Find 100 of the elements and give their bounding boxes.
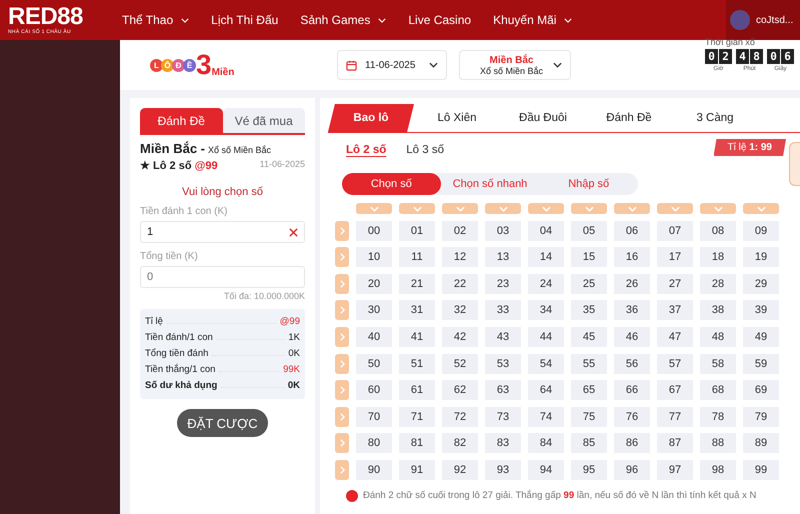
row-select-button[interactable] [335,247,349,268]
number-button[interactable]: 38 [700,300,736,320]
number-button[interactable]: 02 [442,220,478,241]
number-button[interactable]: 98 [700,460,736,480]
number-button[interactable]: 61 [399,380,435,400]
column-select-button[interactable] [743,203,779,214]
number-button[interactable]: 32 [442,300,478,320]
tab[interactable]: Bao lô [328,104,414,132]
number-button[interactable]: 53 [485,354,521,374]
number-button[interactable]: 74 [528,406,564,427]
number-button[interactable]: 89 [743,433,779,454]
column-select-button[interactable] [356,203,392,214]
number-button[interactable]: 63 [485,380,521,400]
number-button[interactable]: 69 [743,380,779,400]
number-button[interactable]: 46 [614,326,650,347]
number-button[interactable]: 72 [442,406,478,427]
number-button[interactable]: 58 [700,354,736,374]
mode-tab[interactable]: Chọn số [342,173,441,195]
mode-tab[interactable]: Chọn số nhanh [440,173,540,195]
nav-link[interactable]: Lịch Thi Đấu [211,13,278,27]
number-button[interactable]: 82 [442,433,478,454]
number-button[interactable]: 13 [485,247,521,268]
number-button[interactable]: 31 [399,300,435,320]
tab[interactable]: Đầu Đuôi [500,104,586,132]
number-button[interactable]: 78 [700,406,736,427]
number-button[interactable]: 17 [657,247,693,268]
tab[interactable]: Lô 3 số [406,144,444,156]
number-button[interactable]: 04 [528,220,564,241]
number-button[interactable]: 23 [485,274,521,294]
row-select-button[interactable] [335,406,349,427]
date-picker[interactable]: 11-06-2025 [337,50,447,80]
user-menu[interactable]: coJtsd... [726,0,800,40]
tab[interactable]: Vé đã mua [222,108,305,133]
tab[interactable]: 3 Càng [672,104,758,132]
stake-field[interactable]: 1 [140,221,305,243]
number-button[interactable]: 37 [657,300,693,320]
row-select-button[interactable] [335,380,349,400]
number-button[interactable]: 05 [571,220,607,241]
number-button[interactable]: 47 [657,326,693,347]
column-select-button[interactable] [614,203,650,214]
number-button[interactable]: 84 [528,433,564,454]
number-button[interactable]: 93 [485,460,521,480]
number-button[interactable]: 20 [356,274,392,294]
number-button[interactable]: 36 [614,300,650,320]
number-button[interactable]: 99 [743,460,779,480]
nav-link[interactable]: Khuyến Mãi [493,13,572,27]
number-button[interactable]: 60 [356,380,392,400]
number-button[interactable]: 00 [356,220,392,241]
number-button[interactable]: 51 [399,354,435,374]
number-button[interactable]: 16 [614,247,650,268]
number-button[interactable]: 66 [614,380,650,400]
column-select-button[interactable] [442,203,478,214]
number-button[interactable]: 27 [657,274,693,294]
number-button[interactable]: 40 [356,326,392,347]
number-button[interactable]: 08 [700,220,736,241]
number-button[interactable]: 48 [700,326,736,347]
number-button[interactable]: 25 [571,274,607,294]
column-select-button[interactable] [700,203,736,214]
column-select-button[interactable] [657,203,693,214]
number-button[interactable]: 15 [571,247,607,268]
number-button[interactable]: 41 [399,326,435,347]
number-button[interactable]: 85 [571,433,607,454]
number-button[interactable]: 50 [356,354,392,374]
tab[interactable]: Lô 2 số [346,144,386,156]
number-button[interactable]: 57 [657,354,693,374]
number-button[interactable]: 28 [700,274,736,294]
number-button[interactable]: 97 [657,460,693,480]
row-select-button[interactable] [335,300,349,320]
row-select-button[interactable] [335,460,349,480]
number-button[interactable]: 92 [442,460,478,480]
number-button[interactable]: 24 [528,274,564,294]
column-select-button[interactable] [485,203,521,214]
number-button[interactable]: 59 [743,354,779,374]
number-button[interactable]: 01 [399,220,435,241]
column-select-button[interactable] [528,203,564,214]
number-button[interactable]: 26 [614,274,650,294]
row-select-button[interactable] [335,433,349,454]
row-select-button[interactable] [335,326,349,347]
number-button[interactable]: 88 [700,433,736,454]
number-button[interactable]: 03 [485,220,521,241]
place-bet-button[interactable]: ĐẶT CƯỢC [177,409,268,437]
number-button[interactable]: 09 [743,220,779,241]
number-button[interactable]: 30 [356,300,392,320]
number-button[interactable]: 49 [743,326,779,347]
region-select[interactable]: Miền Bắc Xổ số Miền Bắc [459,50,571,80]
tab[interactable]: Lô Xiên [414,104,500,132]
number-button[interactable]: 34 [528,300,564,320]
number-button[interactable]: 73 [485,406,521,427]
number-button[interactable]: 19 [743,247,779,268]
nav-link[interactable]: Thể Thao [122,13,190,27]
number-button[interactable]: 94 [528,460,564,480]
number-button[interactable]: 87 [657,433,693,454]
number-button[interactable]: 29 [743,274,779,294]
number-button[interactable]: 44 [528,326,564,347]
row-select-button[interactable] [335,220,349,241]
number-button[interactable]: 91 [399,460,435,480]
number-button[interactable]: 39 [743,300,779,320]
number-button[interactable]: 65 [571,380,607,400]
number-button[interactable]: 86 [614,433,650,454]
number-button[interactable]: 90 [356,460,392,480]
